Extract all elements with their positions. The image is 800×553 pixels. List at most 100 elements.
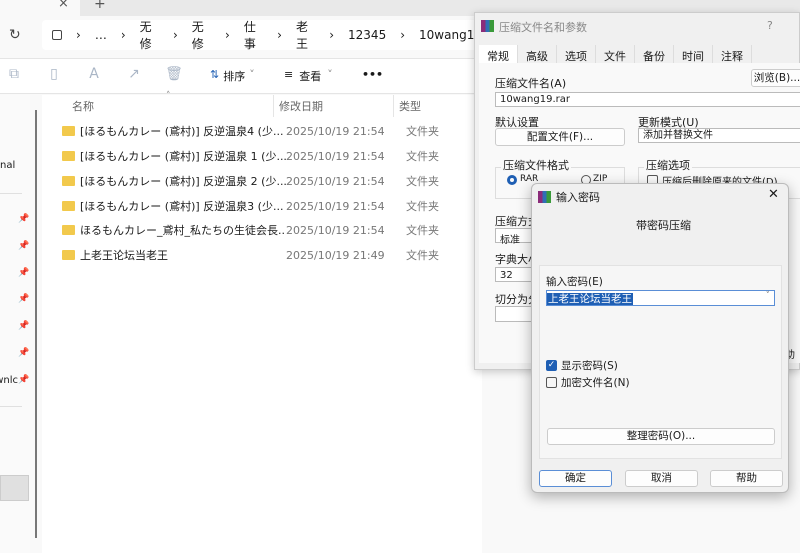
breadcrumb-item[interactable]: 老王 [296, 18, 315, 52]
chevron-icon: › [120, 28, 126, 42]
profiles-button[interactable]: 配置文件(F)... [495, 128, 625, 146]
file-type: 文件夹 [406, 224, 439, 237]
show-password-checkbox[interactable]: ✓ [546, 360, 557, 371]
folder-icon [62, 126, 75, 136]
refresh-icon[interactable]: ↻ [9, 27, 21, 43]
chevron-icon: › [225, 28, 230, 42]
help-button[interactable]: 帮助 [710, 470, 783, 487]
delete-icon[interactable]: 🗑 [164, 66, 184, 86]
password-value: 上老王论坛当老王 [547, 293, 633, 305]
chevron-icon: › [172, 28, 178, 42]
scrollbar[interactable] [35, 110, 37, 538]
column-header-date[interactable]: 修改日期 [279, 98, 323, 114]
browse-button[interactable]: 浏览(B)... [751, 69, 800, 87]
share-icon[interactable]: ↗ [124, 66, 144, 86]
file-row[interactable]: [ほるもんカレー (鳶村)] 反逆温泉3 (少... 2025/10/19 21:… [62, 194, 482, 218]
sort-button[interactable]: ⇅ 排序 ˅ [210, 68, 255, 84]
more-options-button[interactable]: ••• [362, 68, 383, 81]
file-type: 文件夹 [406, 125, 439, 138]
encrypt-names-checkbox[interactable] [546, 377, 557, 388]
browser-tab[interactable]: × [0, 0, 80, 16]
folder-icon [62, 201, 75, 211]
file-row[interactable]: [ほるもんカレー (鳶村)] 反逆温泉 2 (少... 2025/10/19 21… [62, 169, 482, 193]
column-header-type[interactable]: 类型 [399, 98, 421, 114]
file-name: 上老王论坛当老王 [80, 249, 168, 262]
file-date: 2025/10/19 21:54 [286, 199, 385, 213]
breadcrumb-item[interactable]: 无修 [140, 18, 159, 52]
column-header-name[interactable]: 名称 [72, 98, 94, 114]
file-name: [ほるもんカレー (鳶村)] 反逆温泉3 (少... [80, 200, 284, 213]
encrypt-names-label: 加密文件名(N) [561, 377, 630, 389]
view-label: 查看 [299, 70, 322, 83]
sort-up-icon: ˄ [166, 91, 171, 101]
organize-passwords-button[interactable]: 整理密码(O)... [547, 428, 775, 445]
dialog-heading: 带密码压缩 [636, 219, 691, 232]
dialog-title: 压缩文件名和参数 [499, 21, 587, 34]
chevron-icon: › [329, 28, 335, 42]
breadcrumb-item[interactable]: 10wang19 [419, 28, 482, 42]
file-name: [ほるもんカレー (鳶村)] 反逆温泉4 (少... [80, 125, 284, 138]
folder-icon [62, 225, 75, 235]
format-label: 压缩文件格式 [501, 157, 571, 173]
archive-name-input[interactable]: 10wang19.rar [495, 92, 800, 107]
folder-icon [62, 151, 75, 161]
pin-icon: 📌 [18, 348, 30, 358]
nav-item[interactable]: wnlc [0, 375, 18, 386]
pin-icon: 📌 [18, 241, 30, 251]
file-date: 2025/10/19 21:54 [286, 149, 385, 163]
enter-password-label: 输入密码(E) [546, 276, 603, 288]
breadcrumb-item[interactable]: 12345 [348, 28, 386, 42]
view-button[interactable]: ≡ 查看 ˅ [284, 68, 333, 84]
winrar-logo-icon [481, 20, 494, 32]
breadcrumb-item[interactable]: 无修 [192, 18, 211, 52]
divider [0, 193, 22, 194]
nav-item-selected[interactable] [0, 475, 29, 501]
file-row[interactable]: [ほるもんカレー (鳶村)] 反逆温泉 1 (少... 2025/10/19 21… [62, 144, 482, 168]
chevron-down-icon[interactable]: ˅ [766, 291, 771, 301]
chevron-down-icon: ˅ [249, 68, 255, 81]
password-panel: 输入密码(E) 上老王论坛当老王 ˅ ✓ 显示密码(S) 加密文件名(N) 整理… [539, 265, 782, 459]
pin-icon: 📌 [18, 294, 30, 304]
password-dialog: 输入密码 ✕ 带密码压缩 输入密码(E) 上老王论坛当老王 ˅ ✓ 显示密码(S… [531, 183, 789, 493]
file-date: 2025/10/19 21:54 [286, 223, 385, 237]
divider [273, 95, 274, 117]
close-tab-icon[interactable]: × [58, 0, 69, 11]
file-date: 2025/10/19 21:49 [286, 248, 385, 262]
file-row[interactable]: ほるもんカレー_鳶村_私たちの生徒会長... 2025/10/19 21:54 文件… [62, 218, 482, 242]
pin-icon: 📌 [18, 321, 30, 331]
show-password-label: 显示密码(S) [561, 360, 618, 372]
file-type: 文件夹 [406, 175, 439, 188]
chevron-icon: › [277, 28, 282, 42]
nav-item[interactable]: nal [0, 160, 15, 171]
cancel-button[interactable]: 取消 [625, 470, 698, 487]
divider [393, 95, 394, 117]
close-icon[interactable]: ✕ [768, 187, 779, 202]
file-name: ほるもんカレー_鳶村_私たちの生徒会長... [80, 224, 286, 237]
rename-icon[interactable]: A [84, 66, 104, 86]
dialog-title: 输入密码 [556, 191, 600, 204]
divider [0, 406, 22, 407]
file-type: 文件夹 [406, 249, 439, 262]
breadcrumb[interactable]: › … › 无修 › 无修 › 仕事 › 老王 › 12345 › 10wang19 [42, 18, 482, 52]
copy-icon[interactable]: ⧉ [4, 66, 24, 86]
sort-label: 排序 [223, 70, 246, 83]
file-row[interactable]: 上老王论坛当老王 2025/10/19 21:49 文件夹 [62, 243, 482, 267]
sort-icon: ⇅ [210, 68, 220, 81]
pin-icon: 📌 [18, 375, 30, 385]
archive-name-label: 压缩文件名(A) [495, 77, 567, 90]
ok-button[interactable]: 确定 [539, 470, 612, 487]
breadcrumb-item[interactable]: … [95, 28, 107, 42]
radio-rar[interactable] [507, 175, 517, 185]
breadcrumb-item[interactable]: 仕事 [244, 18, 263, 52]
password-input[interactable]: 上老王论坛当老王 ˅ [546, 290, 775, 306]
paste-icon[interactable]: ▯ [44, 66, 64, 86]
new-tab-button[interactable]: + [94, 0, 106, 12]
file-date: 2025/10/19 21:54 [286, 174, 385, 188]
file-date: 2025/10/19 21:54 [286, 124, 385, 138]
file-row[interactable]: [ほるもんカレー (鳶村)] 反逆温泉4 (少... 2025/10/19 21:… [62, 119, 482, 143]
update-mode-select[interactable]: 添加并替换文件 [638, 128, 800, 143]
computer-icon[interactable] [52, 30, 63, 40]
help-icon[interactable]: ? [767, 19, 773, 32]
options-label: 压缩选项 [644, 157, 692, 173]
chevron-icon: › [400, 28, 406, 42]
